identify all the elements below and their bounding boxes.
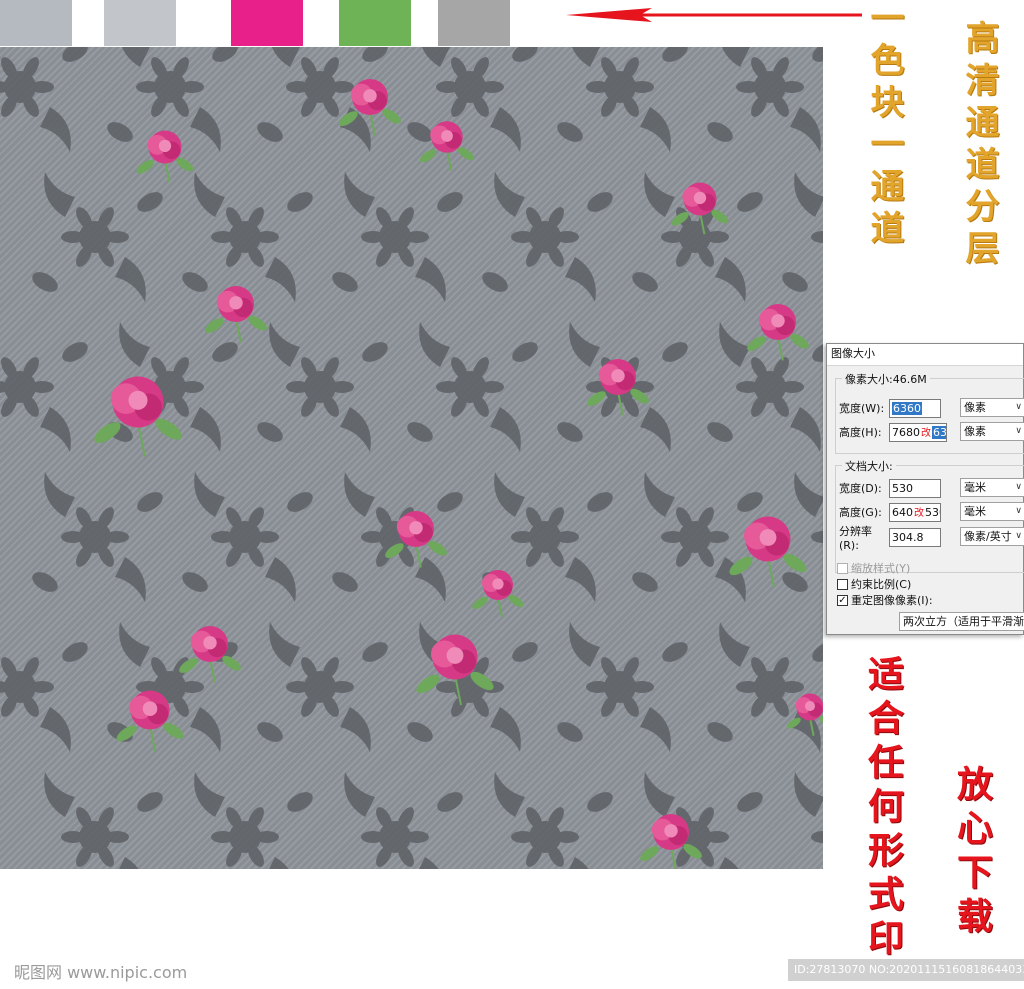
annotation-one-color-one-channel: 一色块一通道: [864, 0, 904, 252]
rose-motif: [136, 130, 194, 183]
arrow-left-icon: [566, 8, 862, 22]
height-label: 高度(H):: [839, 426, 882, 439]
width-unit-select[interactable]: 像素 ∨: [960, 398, 1024, 417]
height-value: 6360: [932, 425, 946, 439]
resample-checkbox[interactable]: ✓ 重定图像像素(I):: [837, 592, 933, 608]
height-unit: 像素: [964, 425, 986, 438]
swatch-3: [231, 0, 303, 46]
resolution-unit-select[interactable]: 像素/英寸 ∨: [960, 527, 1024, 546]
doc-width-row: 宽度(D): 530: [839, 478, 941, 498]
height-field[interactable]: 7680改6360: [889, 422, 947, 442]
resolution-unit: 像素/英寸: [964, 530, 1012, 543]
doc-height-unit-select[interactable]: 毫米 ∨: [960, 502, 1024, 521]
damask-motif: [557, 47, 688, 152]
floral-pattern: [0, 47, 823, 869]
swatch-4: [339, 0, 411, 46]
doc-width-value: 530: [892, 481, 913, 495]
width-row: 宽度(W): 6360: [839, 398, 941, 418]
damask-motif: [182, 472, 313, 602]
damask-motif: [182, 172, 313, 302]
doc-width-unit-select[interactable]: 毫米 ∨: [960, 478, 1024, 497]
scale-styles-checkbox[interactable]: 缩放样式(Y): [837, 560, 910, 576]
annotation-download: 放心下载: [951, 765, 993, 941]
width-value: 6360: [892, 401, 922, 415]
dialog-title: 图像大小: [827, 344, 1023, 366]
swatch-1: [0, 0, 72, 46]
resample-check-icon: ✓: [837, 594, 848, 606]
chevron-down-icon: ∨: [1015, 426, 1022, 436]
doc-width-label: 宽度(D):: [839, 482, 882, 495]
damask-motif: [32, 172, 163, 302]
height-row: 高度(H): 7680改6360: [839, 422, 947, 442]
annotation-any-print: 适合任何形式印: [862, 655, 904, 963]
damask-motif: [482, 172, 613, 302]
constrain-label: 约束比例(C): [851, 578, 912, 591]
doc-width-unit: 毫米: [964, 481, 986, 494]
damask-motif: [44, 772, 163, 869]
damask-motif: [557, 622, 688, 752]
swatch-5: [438, 0, 510, 46]
doc-height-row: 高度(G): 640改530: [839, 502, 941, 522]
resolution-row: 分辨率(R): 304.8: [839, 525, 941, 552]
resample-method: 两次立方（适用于平滑渐变: [903, 615, 1024, 628]
width-unit: 像素: [964, 401, 986, 414]
document-size-label: 文档大小:: [842, 458, 896, 474]
height-edit-mark: 改: [921, 427, 931, 439]
damask-motif: [344, 772, 463, 869]
annotation-hd-channels: 高清通道分层: [959, 20, 999, 272]
doc-height-label: 高度(G):: [839, 506, 882, 519]
resample-label: 重定图像像素(I):: [851, 594, 933, 607]
resolution-field[interactable]: 304.8: [889, 527, 941, 547]
damask-motif: [257, 322, 388, 452]
width-field[interactable]: 6360: [889, 398, 941, 418]
rose-motif: [747, 304, 809, 361]
resolution-value: 304.8: [892, 530, 924, 544]
damask-motif: [0, 642, 88, 752]
image-id-bar: ID:27813070 NO:20201115160818644033: [788, 959, 1024, 981]
pixel-dimensions-label: 像素大小:46.6M: [842, 371, 930, 387]
scale-styles-box: [837, 562, 848, 574]
chevron-down-icon: ∨: [1015, 531, 1022, 541]
constrain-proportions-checkbox[interactable]: 约束比例(C): [837, 576, 911, 592]
damask-motif: [257, 622, 388, 752]
rose-motif: [205, 286, 267, 343]
doc-height-old-value: 640: [892, 505, 913, 519]
chevron-down-icon: ∨: [1015, 506, 1022, 516]
damask-motif: [407, 47, 538, 152]
doc-height-edit-mark: 改: [914, 507, 924, 519]
damask-motif: [794, 772, 823, 843]
doc-height-value: 530: [925, 505, 940, 519]
scale-styles-label: 缩放样式(Y): [851, 562, 911, 575]
chevron-down-icon: ∨: [1015, 402, 1022, 412]
damask-motif: [782, 172, 823, 292]
chevron-down-icon: ∨: [1015, 482, 1022, 492]
damask-motif: [0, 47, 88, 152]
swatch-2: [104, 0, 176, 46]
damask-motif: [194, 772, 313, 869]
height-unit-select[interactable]: 像素 ∨: [960, 422, 1024, 441]
damask-motif: [407, 322, 538, 452]
damask-motif: [707, 622, 823, 752]
damask-motif: [494, 772, 613, 869]
damask-motif: [332, 172, 463, 302]
damask-motif: [332, 472, 463, 602]
doc-height-field[interactable]: 640改530: [889, 502, 941, 522]
constrain-box: [837, 578, 848, 590]
resample-method-select[interactable]: 两次立方（适用于平滑渐变: [899, 612, 1024, 631]
resolution-label: 分辨率(R):: [839, 524, 872, 552]
width-label: 宽度(W):: [839, 402, 885, 415]
damask-motif: [707, 47, 823, 152]
watermark-logo: 昵图网 www.nipic.com: [14, 963, 188, 982]
damask-motif: [0, 342, 88, 452]
image-size-dialog: 图像大小 像素大小:46.6M 宽度(W): 6360 像素 ∨ 高度(H): 7…: [826, 343, 1024, 635]
rose-motif: [472, 570, 524, 618]
height-old-value: 7680: [892, 425, 920, 439]
doc-height-unit: 毫米: [964, 505, 986, 518]
damask-motif: [32, 472, 163, 602]
doc-width-field[interactable]: 530: [889, 478, 941, 498]
